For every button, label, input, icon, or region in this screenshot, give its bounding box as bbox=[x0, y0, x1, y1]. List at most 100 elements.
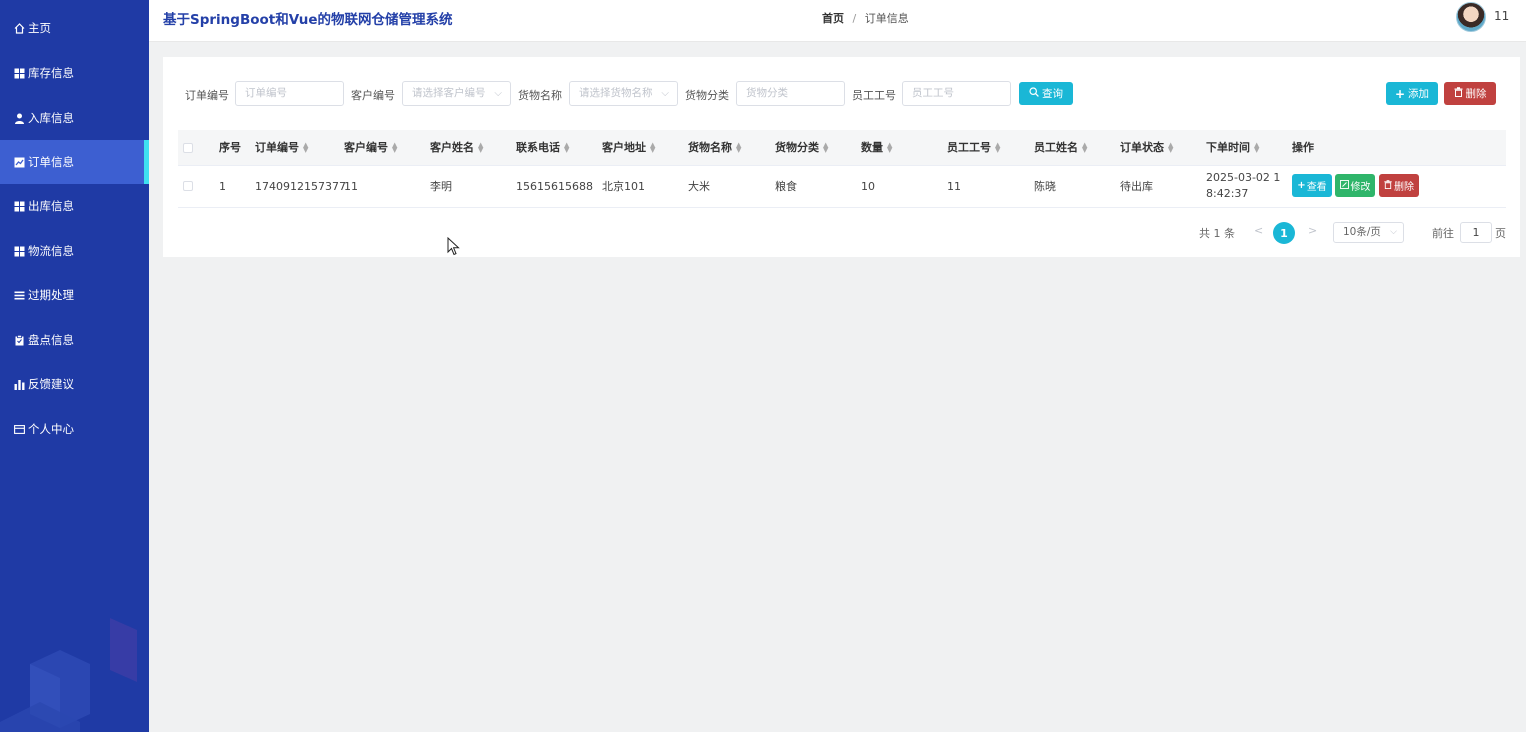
row-checkbox[interactable] bbox=[183, 181, 193, 191]
top-header: 基于SpringBoot和Vue的物联网仓储管理系统 首页 / 订单信息 11 bbox=[149, 0, 1526, 42]
pagination-next-button[interactable]: > bbox=[1308, 224, 1317, 237]
edit-button-label: 修改 bbox=[1350, 182, 1371, 193]
add-button-label: 添加 bbox=[1408, 88, 1430, 100]
sort-icon[interactable]: ▲ ▼ bbox=[995, 142, 1001, 154]
page-size-select[interactable]: 10条/页 ⌵ bbox=[1333, 222, 1404, 243]
pagination-goto-input[interactable]: 1 bbox=[1460, 222, 1492, 243]
bar-chart-icon bbox=[13, 378, 25, 390]
column-header[interactable]: 数量 ▲ ▼ bbox=[861, 130, 893, 166]
edit-icon bbox=[1339, 179, 1349, 192]
goods-name-placeholder: 请选择货物名称 bbox=[579, 87, 653, 99]
sort-icon[interactable]: ▲ ▼ bbox=[478, 142, 484, 154]
chevron-down-icon: ⌵ bbox=[1390, 227, 1397, 237]
sort-icon[interactable]: ▲ ▼ bbox=[303, 142, 309, 154]
pagination-goto-label: 前往 bbox=[1432, 227, 1454, 240]
cell-address: 北京101 bbox=[602, 180, 645, 193]
sort-icon[interactable]: ▲ ▼ bbox=[650, 142, 656, 154]
app-title: 基于SpringBoot和Vue的物联网仓储管理系统 bbox=[163, 12, 453, 28]
sidebar-decoration bbox=[0, 618, 137, 732]
plus-icon: + bbox=[1394, 86, 1406, 101]
column-header[interactable]: 订单状态 ▲ ▼ bbox=[1120, 130, 1174, 166]
chevron-down-icon: ⌵ bbox=[661, 88, 669, 99]
sidebar-item-inventory[interactable]: 库存信息 bbox=[0, 51, 149, 95]
customer-no-select[interactable]: 请选择客户编号 ⌵ bbox=[402, 81, 511, 106]
chart-icon bbox=[13, 156, 25, 168]
pagination-total: 共 1 条 bbox=[1199, 227, 1235, 240]
breadcrumb-home[interactable]: 首页 bbox=[822, 12, 844, 25]
column-header[interactable]: 客户编号 ▲ ▼ bbox=[344, 130, 398, 166]
sidebar-item-label: 反馈建议 bbox=[28, 377, 74, 391]
goods-name-select[interactable]: 请选择货物名称 ⌵ bbox=[569, 81, 678, 106]
mouse-cursor-icon bbox=[447, 237, 460, 256]
sidebar-item-home[interactable]: 主页 bbox=[0, 6, 149, 50]
cell-quantity: 10 bbox=[861, 180, 875, 193]
sidebar-item-label: 库存信息 bbox=[28, 66, 74, 80]
employee-no-input[interactable]: 员工工号 bbox=[902, 81, 1011, 106]
select-all-checkbox[interactable] bbox=[183, 143, 193, 153]
sidebar-item-orders[interactable]: 订单信息 bbox=[0, 140, 149, 184]
column-header[interactable]: 客户姓名 ▲ ▼ bbox=[430, 130, 484, 166]
column-header[interactable]: 客户地址 ▲ ▼ bbox=[602, 130, 656, 166]
customer-no-label: 客户编号 bbox=[351, 89, 395, 102]
sort-icon[interactable]: ▲ ▼ bbox=[1082, 142, 1088, 154]
cell-order-time: 2025-03-02 18:42:37 bbox=[1206, 171, 1281, 200]
pagination-page-button[interactable]: 1 bbox=[1273, 222, 1295, 244]
view-button-label: 查看 bbox=[1306, 182, 1327, 193]
sort-icon[interactable]: ▲ ▼ bbox=[392, 142, 398, 154]
sidebar-item-label: 个人中心 bbox=[28, 422, 74, 436]
chevron-down-icon: ⌵ bbox=[494, 88, 502, 99]
sort-icon[interactable]: ▲ ▼ bbox=[1168, 142, 1174, 154]
username[interactable]: 11 bbox=[1494, 9, 1509, 23]
column-header[interactable]: 货物分类 ▲ ▼ bbox=[775, 130, 829, 166]
sidebar-item-label: 过期处理 bbox=[28, 288, 74, 302]
order-no-input[interactable]: 订单编号 bbox=[235, 81, 344, 106]
cell-status: 待出库 bbox=[1120, 180, 1153, 193]
column-header[interactable]: 下单时间 ▲ ▼ bbox=[1206, 130, 1260, 166]
search-button[interactable]: 查询 bbox=[1019, 82, 1073, 105]
card-icon bbox=[13, 423, 25, 435]
column-header: 操作 bbox=[1292, 141, 1314, 154]
sidebar-item-stocktake[interactable]: 盘点信息 bbox=[0, 318, 149, 362]
row-delete-button[interactable]: 删除 bbox=[1379, 174, 1419, 197]
column-header[interactable]: 联系电话 ▲ ▼ bbox=[516, 130, 570, 166]
column-header[interactable]: 员工工号 ▲ ▼ bbox=[947, 130, 1001, 166]
sort-icon[interactable]: ▲ ▼ bbox=[823, 142, 829, 154]
trash-icon bbox=[1454, 87, 1463, 100]
sidebar-item-logistics[interactable]: 物流信息 bbox=[0, 229, 149, 273]
sidebar-item-label: 盘点信息 bbox=[28, 333, 74, 347]
sidebar-item-label: 物流信息 bbox=[28, 244, 74, 258]
trash-icon bbox=[1384, 179, 1392, 192]
search-button-label: 查询 bbox=[1042, 88, 1063, 100]
home-icon bbox=[13, 22, 25, 34]
avatar[interactable] bbox=[1456, 2, 1486, 32]
cell-customer-no: 11 bbox=[344, 180, 358, 193]
sidebar-item-label: 主页 bbox=[28, 21, 51, 35]
column-header[interactable]: 员工姓名 ▲ ▼ bbox=[1034, 130, 1088, 166]
user-icon bbox=[13, 112, 25, 124]
sort-icon[interactable]: ▲ ▼ bbox=[1254, 142, 1260, 154]
edit-button[interactable]: 修改 bbox=[1335, 174, 1375, 197]
batch-delete-button[interactable]: 删除 bbox=[1444, 82, 1496, 105]
cell-order-no: 1740912157377 bbox=[255, 180, 346, 193]
breadcrumb-current: 订单信息 bbox=[864, 12, 909, 25]
sidebar-item-outbound[interactable]: 出库信息 bbox=[0, 184, 149, 228]
goods-name-label: 货物名称 bbox=[518, 89, 562, 102]
sort-icon[interactable]: ▲ ▼ bbox=[564, 142, 570, 154]
view-button[interactable]: + 查看 bbox=[1292, 174, 1332, 197]
sidebar-item-expired[interactable]: 过期处理 bbox=[0, 273, 149, 317]
add-button[interactable]: + 添加 bbox=[1386, 82, 1438, 105]
goods-category-input[interactable]: 货物分类 bbox=[736, 81, 845, 106]
column-header[interactable]: 货物名称 ▲ ▼ bbox=[688, 130, 742, 166]
clipboard-icon bbox=[13, 334, 25, 346]
sidebar-item-feedback[interactable]: 反馈建议 bbox=[0, 362, 149, 406]
sidebar-item-inbound[interactable]: 入库信息 bbox=[0, 96, 149, 140]
cell-phone: 15615615688 bbox=[516, 180, 593, 193]
sort-icon[interactable]: ▲ ▼ bbox=[887, 142, 893, 154]
grid-icon bbox=[13, 67, 25, 79]
table-row: 1 1740912157377 11 李明 15615615688 北京101 … bbox=[178, 166, 1506, 208]
column-header[interactable]: 订单编号 ▲ ▼ bbox=[255, 130, 309, 166]
sidebar-item-profile[interactable]: 个人中心 bbox=[0, 407, 149, 451]
pagination-prev-button[interactable]: < bbox=[1254, 224, 1263, 237]
table-header: 序号 订单编号 ▲ ▼ 客户编号 ▲ ▼ 客户姓名 ▲ ▼ 联系电话 ▲ ▼ 客户地址 ▲ ▼ 货物… bbox=[178, 130, 1506, 166]
sort-icon[interactable]: ▲ ▼ bbox=[736, 142, 742, 154]
